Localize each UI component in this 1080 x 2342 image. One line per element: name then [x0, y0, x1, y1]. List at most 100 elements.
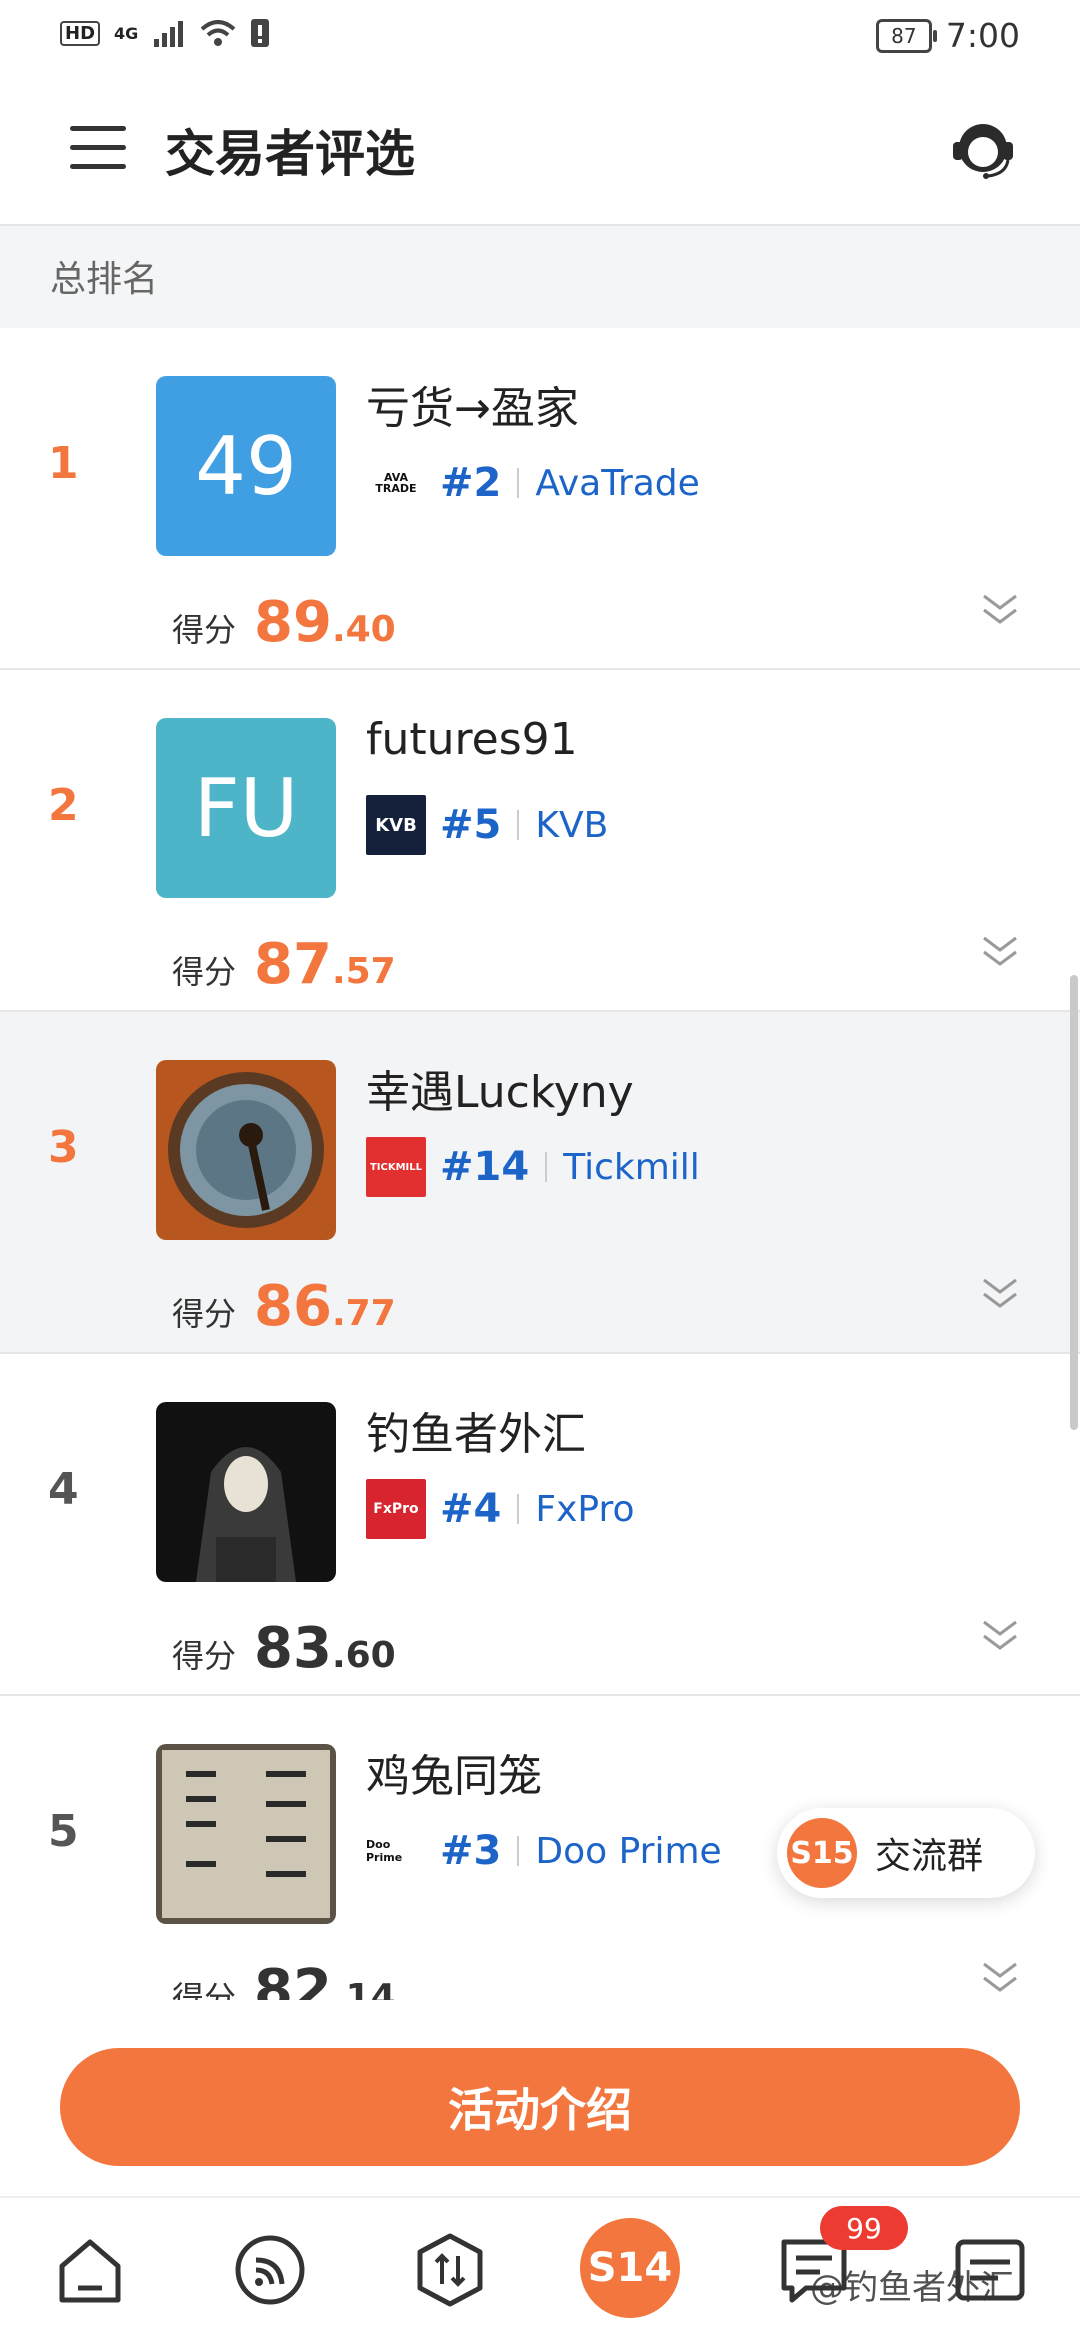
chevron-down-icon[interactable] — [980, 1616, 1020, 1656]
watermark-text: @钓鱼者外汇 — [810, 2268, 1014, 2308]
broker-logo-text: AVA TRADE — [375, 471, 417, 495]
ranking-row[interactable]: 3 幸遇Luckyny TICKMILL #14 Tickmill 得分 86 … — [0, 1012, 1080, 1354]
avatar-image — [156, 1060, 336, 1240]
wifi-icon — [200, 20, 236, 46]
user-name: 幸遇Luckyny — [366, 1067, 634, 1118]
rank-number: 5 — [48, 1806, 79, 1857]
broker-name-link[interactable]: Doo Prime — [535, 1831, 721, 1872]
broker-logo-avatrade: AVA TRADE — [366, 453, 426, 513]
score: 得分 83 .60 — [172, 1616, 396, 1681]
scrollbar[interactable] — [1070, 975, 1078, 1430]
unread-badge: 99 — [820, 2206, 908, 2250]
rank-number: 4 — [48, 1464, 79, 1515]
ranking-list: 1 49 亏货→盈家 AVA TRADE #2 AvaTrade 得分 89 .… — [0, 328, 1080, 2038]
score-integer: 87 — [254, 932, 332, 997]
signal-icon — [154, 21, 184, 47]
user-name: 亏货→盈家 — [366, 383, 579, 434]
cta-container: 活动介绍 — [0, 2000, 1080, 2196]
menu-icon[interactable] — [70, 126, 126, 170]
broker-name-link[interactable]: Tickmill — [563, 1147, 700, 1188]
broker-rank: #2 — [440, 460, 502, 506]
broker-name-link[interactable]: AvaTrade — [535, 463, 699, 504]
score-integer: 89 — [254, 590, 332, 655]
divider — [517, 1494, 520, 1524]
avatar[interactable] — [156, 1744, 336, 1924]
customer-service-icon[interactable] — [948, 114, 1018, 184]
broker-logo-tickmill: TICKMILL — [366, 1137, 426, 1197]
score-label: 得分 — [172, 953, 237, 991]
score-decimal: .77 — [331, 1293, 396, 1334]
clock: 7:00 — [945, 16, 1020, 55]
home-icon[interactable] — [52, 2232, 128, 2308]
broker-logo-kvb: KVB — [366, 795, 426, 855]
rank-number: 2 — [48, 780, 79, 831]
user-name: 钓鱼者外汇 — [366, 1409, 586, 1460]
rank-number: 3 — [48, 1122, 79, 1173]
divider — [517, 810, 520, 840]
sim-alert-icon — [251, 19, 270, 47]
score-integer: 86 — [254, 1274, 332, 1339]
broker-line: TICKMILL #14 Tickmill — [366, 1137, 700, 1197]
broker-line: Doo Prime #3 Doo Prime — [366, 1821, 722, 1881]
bottom-tab-bar: S14 99 @钓鱼者外汇 — [0, 2196, 1080, 2342]
broker-rank: #14 — [440, 1144, 530, 1190]
broker-logo-text: KVB — [375, 814, 417, 836]
avatar[interactable] — [156, 1060, 336, 1240]
score-integer: 83 — [254, 1616, 332, 1681]
broker-line: KVB #5 KVB — [366, 795, 608, 855]
battery-icon: 87 — [875, 18, 937, 53]
score: 得分 87 .57 — [172, 932, 396, 997]
page-title: 交易者评选 — [165, 125, 415, 183]
chevron-down-icon[interactable] — [980, 1958, 1020, 1998]
app-header: 交易者评选 — [0, 72, 1080, 226]
rank-number: 1 — [48, 438, 79, 489]
divider — [545, 1152, 548, 1182]
divider — [517, 1836, 520, 1866]
score-label: 得分 — [172, 1637, 237, 1675]
broker-rank: #5 — [440, 802, 502, 848]
chevron-down-icon[interactable] — [980, 932, 1020, 972]
score-label: 得分 — [172, 1295, 237, 1333]
avatar[interactable] — [156, 1402, 336, 1582]
ranking-row[interactable]: 4 钓鱼者外汇 FxPro #4 FxPro 得分 83 .60 — [0, 1354, 1080, 1696]
broker-logo-fxpro: FxPro — [366, 1479, 426, 1539]
feed-icon[interactable] — [232, 2232, 308, 2308]
broker-logo-text: TICKMILL — [369, 1161, 423, 1173]
status-left: HD 4G — [60, 18, 270, 48]
user-name: 鸡兔同笼 — [366, 1751, 542, 1802]
broker-name-link[interactable]: FxPro — [535, 1489, 634, 1530]
broker-rank: #3 — [440, 1828, 502, 1874]
section-label-overall-ranking: 总排名 — [50, 259, 159, 300]
event-intro-button[interactable]: 活动介绍 — [60, 2048, 1020, 2166]
avatar[interactable]: FU — [156, 718, 336, 898]
chat-group-button[interactable]: S15 交流群 — [777, 1808, 1035, 1898]
avatar-image — [156, 1402, 336, 1582]
hd-icon: HD — [60, 20, 101, 46]
broker-name-link[interactable]: KVB — [535, 805, 608, 846]
chat-group-label: 交流群 — [875, 1836, 984, 1877]
score: 得分 86 .77 — [172, 1274, 396, 1339]
broker-rank: #4 — [440, 1486, 502, 1532]
divider — [517, 468, 520, 498]
broker-logo-text: FxPro — [373, 1501, 419, 1517]
score: 得分 89 .40 — [172, 590, 396, 655]
status-bar: HD 4G 87 7:00 — [0, 0, 1080, 72]
season-tab[interactable]: S14 — [580, 2218, 680, 2318]
chevron-down-icon[interactable] — [980, 1274, 1020, 1314]
status-right: 87 7:00 — [875, 16, 1020, 55]
broker-line: AVA TRADE #2 AvaTrade — [366, 453, 700, 513]
chat-group-badge: S15 — [787, 1818, 857, 1888]
score-label: 得分 — [172, 611, 237, 649]
score-decimal: .40 — [331, 609, 396, 650]
ranking-row[interactable]: 1 49 亏货→盈家 AVA TRADE #2 AvaTrade 得分 89 .… — [0, 328, 1080, 670]
avatar[interactable]: 49 — [156, 376, 336, 556]
trade-icon[interactable] — [412, 2232, 488, 2308]
chevron-down-icon[interactable] — [980, 590, 1020, 630]
network-label: 4G — [114, 23, 139, 43]
ranking-row[interactable]: 2 FU futures91 KVB #5 KVB 得分 87 .57 — [0, 670, 1080, 1012]
broker-logo-dooprime: Doo Prime — [366, 1821, 426, 1881]
broker-logo-text: Doo Prime — [366, 1838, 403, 1864]
broker-line: FxPro #4 FxPro — [366, 1479, 634, 1539]
user-name: futures91 — [366, 714, 578, 765]
score-decimal: .60 — [331, 1635, 396, 1676]
